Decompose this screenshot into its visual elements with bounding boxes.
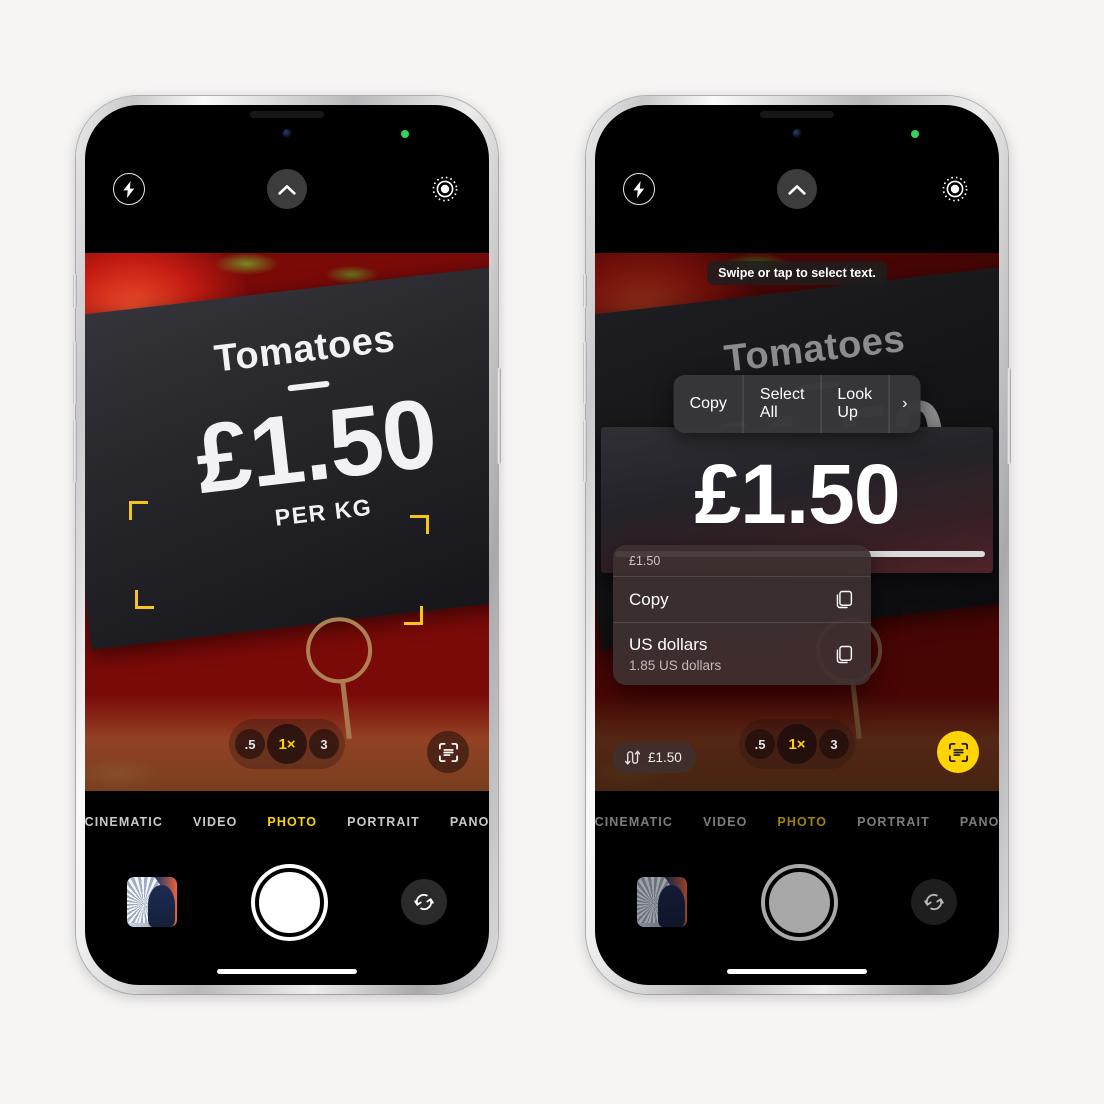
volume-up-button[interactable] bbox=[583, 342, 587, 404]
flash-icon[interactable] bbox=[623, 173, 655, 205]
camera-flip-button[interactable] bbox=[911, 879, 957, 925]
context-menu-copy[interactable]: Copy bbox=[674, 375, 744, 433]
phone-right-screen: Tomatoes £1.50 PER KG .5 1× 3 bbox=[595, 105, 999, 985]
photo-library-thumbnail[interactable] bbox=[637, 877, 687, 927]
zoom-button-0.5x[interactable]: .5 bbox=[745, 729, 775, 759]
mode-portrait[interactable]: PORTRAIT bbox=[347, 815, 420, 829]
phone-left: Tomatoes £1.50 PER KG .5 1× 3 CINEMATIC … bbox=[73, 96, 501, 994]
mode-pano[interactable]: PANO bbox=[450, 815, 489, 829]
context-menu-look-up[interactable]: Look Up bbox=[821, 375, 890, 433]
front-camera-icon bbox=[282, 129, 292, 138]
camera-bottom-controls bbox=[595, 847, 999, 957]
home-indicator[interactable] bbox=[727, 969, 867, 974]
camera-privacy-indicator bbox=[911, 130, 919, 138]
context-menu-pointer bbox=[789, 418, 805, 426]
camera-flip-button[interactable] bbox=[401, 879, 447, 925]
zoom-button-3x[interactable]: 3 bbox=[309, 729, 339, 759]
currency-popup-header: £1.50 bbox=[613, 545, 871, 577]
silent-switch[interactable] bbox=[583, 274, 587, 308]
live-photo-icon[interactable] bbox=[939, 173, 971, 205]
select-text-tooltip: Swipe or tap to select text. bbox=[707, 261, 887, 285]
power-button[interactable] bbox=[497, 368, 501, 464]
currency-popup-copy-row[interactable]: Copy bbox=[613, 577, 871, 623]
currency-conversion-popup: £1.50 Copy US dollars 1.85 US dollars bbox=[613, 545, 871, 685]
sign-title: Tomatoes bbox=[721, 317, 907, 381]
zoom-button-3x[interactable]: 3 bbox=[819, 729, 849, 759]
copy-icon[interactable] bbox=[834, 589, 855, 610]
shutter-button[interactable] bbox=[764, 867, 834, 937]
camera-mode-selector[interactable]: CINEMATIC VIDEO PHOTO PORTRAIT PANO bbox=[85, 805, 489, 839]
camera-mode-selector[interactable]: CINEMATIC VIDEO PHOTO PORTRAIT PANO bbox=[595, 805, 999, 839]
copy-icon[interactable] bbox=[834, 644, 855, 665]
camera-privacy-indicator bbox=[401, 130, 409, 138]
home-indicator[interactable] bbox=[217, 969, 357, 974]
zoom-button-1x[interactable]: 1× bbox=[267, 724, 307, 764]
earpiece-speaker bbox=[250, 111, 324, 118]
mode-portrait[interactable]: PORTRAIT bbox=[857, 815, 930, 829]
sign-price: £1.50 bbox=[189, 377, 442, 515]
currency-popup-copy-label: Copy bbox=[629, 589, 669, 609]
live-text-scan-button[interactable] bbox=[427, 731, 469, 773]
currency-popup-usd-label: US dollars bbox=[629, 635, 708, 654]
loupe-price-text: £1.50 bbox=[694, 446, 900, 541]
currency-convert-pill[interactable]: £1.50 bbox=[613, 742, 696, 773]
mode-photo[interactable]: PHOTO bbox=[777, 815, 827, 829]
volume-down-button[interactable] bbox=[583, 420, 587, 482]
context-menu-select-all[interactable]: Select All bbox=[744, 375, 822, 433]
convert-arrows-icon bbox=[623, 749, 640, 766]
photo-library-thumbnail[interactable] bbox=[127, 877, 177, 927]
mode-cinematic[interactable]: CINEMATIC bbox=[85, 815, 163, 829]
flash-icon[interactable] bbox=[113, 173, 145, 205]
zoom-level-controls: .5 1× 3 bbox=[739, 719, 855, 769]
currency-popup-usd-value: 1.85 US dollars bbox=[629, 658, 722, 673]
currency-popup-usd-row[interactable]: US dollars 1.85 US dollars bbox=[613, 623, 871, 685]
camera-top-controls bbox=[595, 167, 999, 211]
zoom-button-1x[interactable]: 1× bbox=[777, 724, 817, 764]
volume-up-button[interactable] bbox=[73, 342, 77, 404]
camera-bottom-controls bbox=[85, 847, 489, 957]
zoom-button-0.5x[interactable]: .5 bbox=[235, 729, 265, 759]
chevron-up-icon[interactable] bbox=[267, 169, 307, 209]
chevron-up-icon[interactable] bbox=[777, 169, 817, 209]
phone-left-screen: Tomatoes £1.50 PER KG .5 1× 3 CINEMATIC … bbox=[85, 105, 489, 985]
camera-viewfinder[interactable]: Tomatoes £1.50 PER KG .5 1× 3 bbox=[85, 253, 489, 791]
silent-switch[interactable] bbox=[73, 274, 77, 308]
shutter-button[interactable] bbox=[254, 867, 324, 937]
live-text-scan-button[interactable] bbox=[937, 731, 979, 773]
zoom-level-controls: .5 1× 3 bbox=[229, 719, 345, 769]
screenshot-stage: Tomatoes £1.50 PER KG .5 1× 3 CINEMATIC … bbox=[0, 0, 1104, 1104]
camera-top-controls bbox=[85, 167, 489, 211]
phone-right: Tomatoes £1.50 PER KG .5 1× 3 bbox=[583, 96, 1011, 994]
sign-title: Tomatoes bbox=[211, 317, 397, 381]
context-menu-more[interactable]: › bbox=[889, 375, 920, 433]
volume-down-button[interactable] bbox=[73, 420, 77, 482]
currency-pill-label: £1.50 bbox=[648, 750, 682, 765]
mode-photo[interactable]: PHOTO bbox=[267, 815, 317, 829]
power-button[interactable] bbox=[1007, 368, 1011, 464]
mode-video[interactable]: VIDEO bbox=[703, 815, 747, 829]
price-sign-board: Tomatoes £1.50 PER KG bbox=[85, 260, 489, 739]
mode-cinematic[interactable]: CINEMATIC bbox=[595, 815, 673, 829]
live-photo-icon[interactable] bbox=[429, 173, 461, 205]
mode-video[interactable]: VIDEO bbox=[193, 815, 237, 829]
mode-pano[interactable]: PANO bbox=[960, 815, 999, 829]
earpiece-speaker bbox=[760, 111, 834, 118]
front-camera-icon bbox=[792, 129, 802, 138]
